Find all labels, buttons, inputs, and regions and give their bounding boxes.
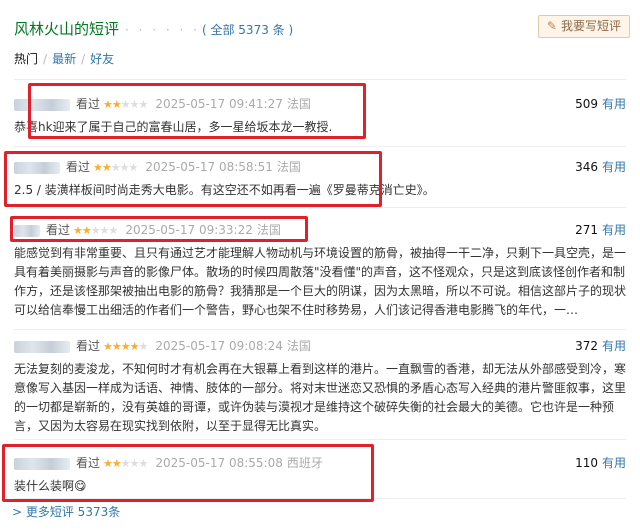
comment-item: 看过 ★★★★★ 2025-05-17 09:08:24 法国 372 有用 无法复刻的… <box>14 337 626 436</box>
comment-location: 法国 <box>286 339 311 353</box>
vote-count: 509 有用 <box>575 95 626 113</box>
vote-count: 271 有用 <box>575 221 626 239</box>
divider <box>14 79 626 80</box>
star-icon: ★ <box>111 340 122 353</box>
useful-button[interactable]: 有用 <box>602 223 626 237</box>
vote-number: 509 <box>575 97 598 111</box>
highlight-box <box>2 444 374 502</box>
comments-header: 风林火山的短评 · · · · · ·( 全部 5373 条 ) ✎ 我要写短评 <box>10 10 630 40</box>
comment-text: 无法复刻的麦浚龙，不知何时才有机会再在大银幕上看到这样的港片。一直飘雪的香港，却… <box>14 362 627 433</box>
vote-count: 372 有用 <box>575 337 626 355</box>
useful-button[interactable]: 有用 <box>602 456 626 470</box>
divider <box>14 146 626 147</box>
tab-separator: / <box>81 52 86 66</box>
tab-hot[interactable]: 热门 <box>14 52 38 66</box>
useful-button[interactable]: 有用 <box>602 339 626 353</box>
title-dots: · · · · · · <box>125 23 200 37</box>
username-blurred[interactable] <box>14 340 70 353</box>
vote-number: 110 <box>575 456 598 470</box>
star-icon: ★ <box>120 340 131 353</box>
section-title: 风林火山的短评 · · · · · ·( 全部 5373 条 ) <box>14 18 293 39</box>
more-comments-link[interactable]: > 更多短评 5373条 <box>12 503 120 520</box>
tab-separator: / <box>43 52 48 66</box>
sort-tabs: 热门 / 最新 / 好友 <box>14 50 114 67</box>
useful-button[interactable]: 有用 <box>602 97 626 111</box>
useful-button[interactable]: 有用 <box>602 160 626 174</box>
vote-count: 110 有用 <box>575 454 626 472</box>
highlight-box <box>10 216 308 242</box>
star-icon: ★ <box>103 340 113 353</box>
vote-number: 271 <box>575 223 598 237</box>
divider <box>14 207 626 208</box>
divider <box>14 329 626 330</box>
star-icon: ★ <box>138 340 149 353</box>
highlight-box <box>4 151 382 207</box>
tab-latest[interactable]: 最新 <box>52 52 76 66</box>
vote-number: 372 <box>575 339 598 353</box>
star-icon: ★ <box>129 340 140 353</box>
pencil-icon: ✎ <box>546 19 557 33</box>
total-comments-link[interactable]: ( 全部 5373 条 ) <box>202 23 293 37</box>
vote-number: 346 <box>575 160 598 174</box>
highlight-box <box>28 83 366 139</box>
vote-count: 346 有用 <box>575 158 626 176</box>
rating-stars: ★★★★★ <box>103 340 149 353</box>
section-title-text: 风林火山的短评 <box>14 20 120 38</box>
tab-friends[interactable]: 好友 <box>90 52 114 66</box>
watched-label: 看过 <box>76 339 101 353</box>
comment-text: 能感觉到有非常重要、且只有通过艺才能理解人物动机与环境设置的筋骨，被抽得一干二净… <box>14 246 627 317</box>
write-comment-button[interactable]: ✎ 我要写短评 <box>537 15 630 38</box>
comment-time: 2025-05-17 09:08:24 <box>155 339 283 353</box>
divider <box>14 439 626 440</box>
write-comment-label: 我要写短评 <box>560 19 621 33</box>
